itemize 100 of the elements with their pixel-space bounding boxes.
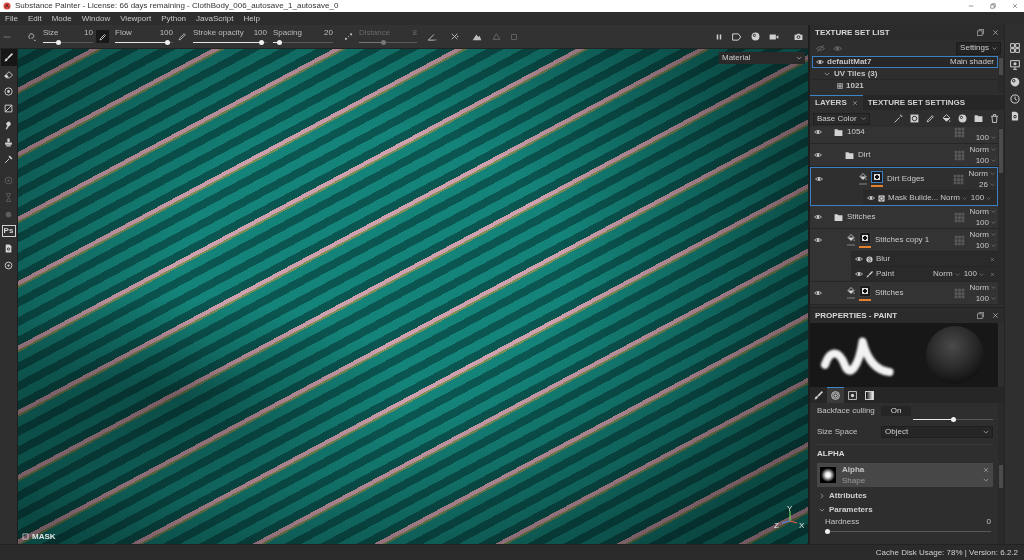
toggle-button[interactable]: On bbox=[881, 405, 911, 416]
blend-mode-dropdown[interactable]: Norm bbox=[969, 229, 996, 239]
document-icon[interactable] bbox=[1009, 111, 1020, 121]
eye-icon[interactable] bbox=[815, 175, 823, 183]
uv-tile-row[interactable]: 1021 bbox=[812, 80, 998, 92]
pen-pressure-button[interactable] bbox=[96, 30, 109, 43]
texture-set-row[interactable]: defaultMat7 Main shader bbox=[812, 56, 998, 68]
blend-mode-dropdown[interactable]: Norm bbox=[933, 269, 960, 279]
close-icon[interactable] bbox=[992, 29, 999, 36]
mask-icon[interactable] bbox=[910, 114, 919, 123]
opacity-dropdown[interactable]: 100 bbox=[975, 294, 996, 304]
camera-icon[interactable] bbox=[794, 32, 803, 41]
eye-icon[interactable] bbox=[816, 58, 824, 66]
slider-thumb[interactable] bbox=[950, 417, 956, 422]
fill-bucket-icon[interactable] bbox=[942, 114, 951, 123]
chevron-down-icon[interactable] bbox=[824, 70, 830, 77]
eye-icon[interactable] bbox=[814, 213, 822, 221]
eye-icon[interactable] bbox=[855, 270, 863, 278]
slider-thumb[interactable] bbox=[276, 40, 282, 46]
mask-thumbnail[interactable] bbox=[871, 171, 883, 183]
opacity-dropdown[interactable]: 100 bbox=[975, 241, 996, 251]
viewport-render[interactable]: Material MASK Y Z X bbox=[18, 49, 808, 544]
slider-thumb[interactable] bbox=[164, 40, 170, 46]
alpha-item[interactable]: Alpha Shape bbox=[817, 463, 993, 487]
layer-row[interactable]: Dirt Edges Norm 26 Mask Builde... Norm 100 bbox=[810, 167, 998, 206]
slider-track[interactable] bbox=[825, 529, 991, 534]
trash-icon[interactable] bbox=[990, 114, 999, 123]
pause-icon[interactable] bbox=[715, 32, 723, 41]
scrollbar-thumb[interactable] bbox=[999, 58, 1003, 75]
slider-value[interactable]: 100 bbox=[159, 27, 173, 38]
eye-icon[interactable] bbox=[814, 289, 822, 297]
close-icon[interactable] bbox=[983, 467, 989, 473]
brush-tool-button[interactable] bbox=[0, 49, 17, 66]
eye-icon[interactable] bbox=[855, 255, 863, 263]
opacity-dropdown[interactable]: 100 bbox=[975, 132, 996, 143]
settings-dropdown[interactable]: Settings bbox=[956, 41, 1001, 55]
effect-row[interactable]: Mask Builde... Norm 100 bbox=[863, 190, 997, 205]
opacity-dropdown[interactable]: 100 bbox=[975, 218, 996, 228]
eye-slash-icon[interactable] bbox=[816, 43, 825, 53]
section-toggle[interactable]: Parameters bbox=[817, 505, 993, 515]
opacity-dropdown[interactable]: 26 bbox=[979, 180, 995, 190]
slider-thumb[interactable] bbox=[825, 529, 830, 534]
menu-item[interactable]: Edit bbox=[22, 12, 47, 25]
mask-thumbnail[interactable] bbox=[859, 285, 871, 297]
folder-icon[interactable] bbox=[974, 114, 983, 123]
layer-row[interactable]: Stitches copy 1 Norm 100 Blur Paint Norm 100 bbox=[810, 229, 998, 282]
layer-row[interactable]: 1054 100 bbox=[810, 127, 998, 144]
panel-tab[interactable]: LAYERS bbox=[810, 95, 863, 110]
clock-icon[interactable] bbox=[1009, 94, 1020, 104]
slider-track[interactable] bbox=[43, 40, 93, 46]
menu-item[interactable]: Mode bbox=[46, 12, 77, 25]
menu-item[interactable]: JavaScript bbox=[191, 12, 239, 25]
section-toggle[interactable]: Attributes bbox=[817, 491, 993, 501]
tag-icon[interactable] bbox=[732, 31, 742, 42]
panel-tab[interactable]: TEXTURE SET SETTINGS bbox=[862, 95, 971, 110]
blend-mode-dropdown[interactable]: Norm bbox=[968, 168, 995, 178]
blend-mode-dropdown[interactable]: Norm bbox=[969, 144, 996, 154]
close-icon[interactable] bbox=[851, 100, 858, 106]
two-squares-icon[interactable] bbox=[977, 312, 984, 319]
eye-icon[interactable] bbox=[867, 194, 875, 202]
menu-item[interactable]: File bbox=[0, 12, 23, 25]
menu-item[interactable]: Viewport bbox=[115, 12, 157, 25]
size-space-dropdown[interactable]: Object bbox=[881, 426, 993, 438]
blend-mode-dropdown[interactable]: Norm bbox=[940, 193, 967, 203]
mask-label[interactable]: MASK bbox=[32, 531, 56, 541]
mask-thumbnail[interactable] bbox=[859, 232, 871, 244]
opacity-dropdown[interactable]: 100 bbox=[963, 269, 984, 279]
cross-icon[interactable] bbox=[450, 32, 459, 41]
uv-tiles-row[interactable]: UV Tiles (3) bbox=[812, 68, 998, 80]
close-icon[interactable] bbox=[990, 271, 995, 277]
slider-value[interactable]: 10 bbox=[84, 27, 93, 38]
parameter-value[interactable]: 0 bbox=[986, 517, 991, 527]
layer-row[interactable]: Dirt Norm 100 bbox=[810, 144, 998, 167]
pen-icon[interactable] bbox=[178, 32, 187, 41]
chevron-down-icon[interactable] bbox=[983, 477, 989, 483]
eye-icon[interactable] bbox=[814, 151, 822, 159]
slider-value[interactable]: 20 bbox=[324, 27, 333, 38]
monitor-icon[interactable] bbox=[1009, 60, 1020, 70]
effect-row[interactable]: Paint Norm 100 bbox=[851, 266, 998, 281]
ps-button[interactable]: Ps bbox=[1, 225, 16, 237]
effect-row[interactable]: Blur bbox=[851, 251, 998, 266]
channel-dropdown[interactable]: Base Color bbox=[813, 112, 870, 125]
slider-track[interactable] bbox=[115, 40, 173, 46]
blend-mode-dropdown[interactable]: Norm bbox=[969, 206, 996, 216]
slider-value[interactable]: 100 bbox=[253, 27, 267, 38]
wand-icon[interactable] bbox=[894, 114, 903, 123]
four-squares-icon[interactable] bbox=[1009, 43, 1020, 53]
brush-icon[interactable] bbox=[926, 114, 935, 123]
menu-item[interactable]: Help bbox=[238, 12, 265, 25]
loop-icon[interactable] bbox=[27, 31, 37, 42]
angle-icon[interactable] bbox=[427, 31, 437, 42]
blend-mode-dropdown[interactable]: Norm bbox=[969, 282, 996, 292]
slider-thumb[interactable] bbox=[258, 40, 264, 46]
opacity-dropdown[interactable]: 100 bbox=[975, 156, 996, 166]
close-icon[interactable] bbox=[992, 312, 999, 319]
eye-icon[interactable] bbox=[814, 236, 822, 244]
dots-icon[interactable] bbox=[344, 32, 353, 41]
eye-icon[interactable] bbox=[814, 128, 822, 136]
menu-item[interactable]: Window bbox=[76, 12, 116, 25]
layer-row[interactable]: Stitches Norm 100 bbox=[810, 282, 998, 305]
